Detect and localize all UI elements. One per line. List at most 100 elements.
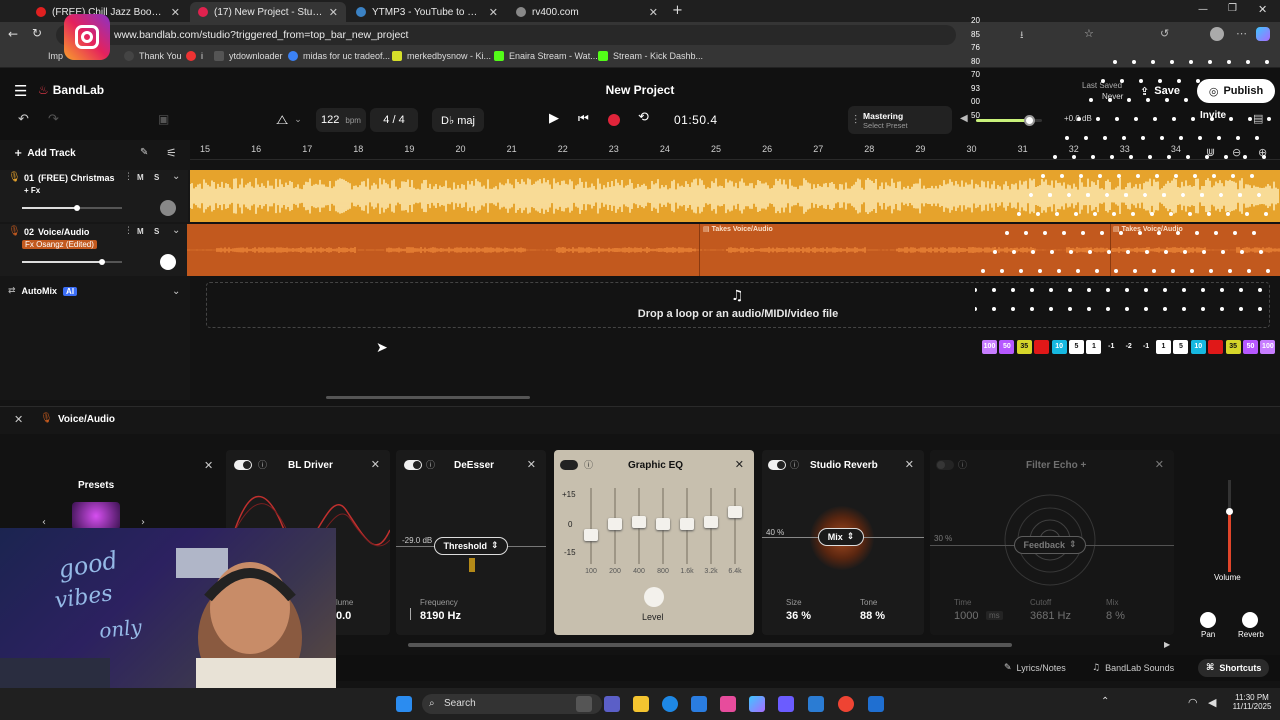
timeline-scrollbar[interactable] bbox=[326, 396, 530, 399]
history-icon[interactable]: ↺ bbox=[1160, 27, 1169, 40]
bookmark-item[interactable]: Enaira Stream - Wat... bbox=[494, 51, 598, 61]
bandlab-logo[interactable]: ♨ BandLab bbox=[38, 83, 104, 97]
preset-artwork[interactable] bbox=[72, 502, 120, 530]
close-tab-icon[interactable]: ✕ bbox=[489, 6, 498, 19]
lyrics-notes-button[interactable]: ✎ Lyrics/Notes bbox=[1004, 663, 1066, 673]
fx-deesser[interactable]: ⓘ DeEsser ✕ -29.0 dB Threshold ⇕ Frequenc… bbox=[396, 450, 546, 635]
track-1-solo-button[interactable]: S bbox=[154, 173, 159, 182]
notepad-icon[interactable] bbox=[808, 696, 824, 712]
geq-band-handle[interactable] bbox=[608, 518, 622, 531]
geq-band-track[interactable] bbox=[734, 488, 736, 564]
reverb-send-knob[interactable] bbox=[1242, 612, 1258, 628]
track-2-pan-knob[interactable] bbox=[160, 254, 176, 270]
track-1-more-icon[interactable]: ⋮ bbox=[124, 172, 133, 182]
close-fx-icon[interactable]: ✕ bbox=[905, 458, 914, 471]
bookmark-item[interactable]: Stream - Kick Dashb... bbox=[598, 51, 703, 61]
threshold-dropdown[interactable]: Threshold ⇕ bbox=[434, 537, 508, 555]
track-2-volume-slider[interactable] bbox=[22, 259, 122, 265]
windows-start-icon[interactable] bbox=[396, 696, 412, 712]
fx-scrollbar[interactable] bbox=[408, 643, 1012, 647]
echo-toggle[interactable] bbox=[936, 460, 954, 470]
geq-toggle[interactable] bbox=[560, 460, 578, 470]
close-tab-icon[interactable]: ✕ bbox=[329, 6, 338, 19]
redo-icon[interactable]: ↷ bbox=[48, 112, 59, 127]
bookmark-item[interactable]: i bbox=[186, 51, 203, 61]
fx-graphic-eq[interactable]: ⓘ Graphic EQ ✕ +15 0 -15 100 200 400 800 1.6… bbox=[554, 450, 754, 635]
track-1-volume-slider[interactable] bbox=[22, 205, 122, 211]
close-fx-icon[interactable]: ✕ bbox=[735, 458, 744, 471]
new-tab-icon[interactable]: + bbox=[672, 3, 683, 18]
minimize-icon[interactable]: — bbox=[1198, 4, 1208, 15]
track-row-1[interactable]: 🎙 01 (FREE) Christmas T... + Fx ⋮ M S ⌄ bbox=[0, 170, 188, 222]
skip-back-icon[interactable]: ⏮ bbox=[578, 111, 589, 126]
geq-level-knob[interactable] bbox=[644, 587, 664, 607]
time-signature-control[interactable]: 4 / 4 bbox=[370, 108, 418, 132]
geq-band-handle[interactable] bbox=[656, 517, 670, 530]
record-button[interactable] bbox=[608, 114, 620, 126]
geq-band-handle[interactable] bbox=[728, 506, 742, 519]
info-icon[interactable]: ⓘ bbox=[258, 458, 267, 471]
bookmark-item[interactable]: midas for uc tradeof... bbox=[288, 51, 390, 61]
store-icon[interactable] bbox=[691, 696, 707, 712]
track-1-fx[interactable]: + Fx bbox=[24, 186, 40, 195]
mixer-icon[interactable]: ▣ bbox=[158, 112, 169, 126]
bookmark-item[interactable]: Imp bbox=[48, 51, 63, 61]
task-view-icon[interactable] bbox=[576, 696, 592, 712]
track-2-name[interactable]: Voice/Audio bbox=[38, 227, 89, 237]
volume-fader[interactable] bbox=[1226, 480, 1233, 572]
mastering-selector[interactable]: ⫶ Mastering Select Preset bbox=[848, 106, 952, 134]
reload-icon[interactable]: ↻ bbox=[32, 26, 42, 40]
maximize-icon[interactable]: ❐ bbox=[1228, 3, 1237, 14]
geq-band-handle[interactable] bbox=[632, 516, 646, 529]
add-track-button[interactable]: + Add Track bbox=[14, 148, 76, 159]
prev-preset-icon[interactable]: ‹ bbox=[42, 517, 46, 528]
track-1-mute-button[interactable]: M bbox=[137, 173, 144, 182]
chrome-icon[interactable] bbox=[838, 696, 854, 712]
takes-label[interactable]: ▤ Takes Voice/Audio bbox=[703, 225, 773, 233]
geq-band-handle[interactable] bbox=[680, 517, 694, 530]
volume-fader-knob[interactable] bbox=[1226, 508, 1233, 515]
scroll-right-icon[interactable]: ▶ bbox=[1164, 640, 1170, 649]
play-icon[interactable]: ▶ bbox=[549, 111, 559, 126]
teams-icon[interactable] bbox=[604, 696, 620, 712]
copilot-taskbar-icon[interactable] bbox=[749, 696, 765, 712]
track-row-2[interactable]: 🎙 02 Voice/Audio Fx Osangz (Edited) ⋮ M … bbox=[0, 224, 188, 276]
key-control[interactable]: D♭ maj bbox=[432, 108, 484, 132]
close-tab-icon[interactable]: ✕ bbox=[649, 6, 658, 19]
next-preset-icon[interactable]: › bbox=[141, 517, 145, 528]
track-settings-icon[interactable]: ⚟ bbox=[166, 146, 177, 160]
bookmark-item[interactable]: merkedbysnow - Ki... bbox=[392, 51, 491, 61]
track-2-solo-button[interactable]: S bbox=[154, 227, 159, 236]
browser-tab-rv400[interactable]: rv400.com ✕ bbox=[508, 2, 666, 22]
chevron-down-icon[interactable]: ⌄ bbox=[172, 225, 180, 236]
fx-studio-reverb[interactable]: ⓘ Studio Reverb ✕ 40 % Mix ⇕ Size 36 % To… bbox=[762, 450, 924, 635]
geq-band-track[interactable] bbox=[590, 488, 592, 564]
edge-icon[interactable] bbox=[662, 696, 678, 712]
pencil-tool-icon[interactable]: ✎ bbox=[140, 147, 148, 158]
discord-icon[interactable] bbox=[778, 696, 794, 712]
track-1-pan-knob[interactable] bbox=[160, 200, 176, 216]
download-icon[interactable]: ⭳ bbox=[1020, 28, 1024, 45]
copilot-icon[interactable] bbox=[1256, 27, 1270, 41]
track-2-volume-knob[interactable] bbox=[99, 259, 105, 265]
wifi-icon[interactable]: ◠ bbox=[1188, 696, 1198, 709]
bookmark-item[interactable]: ytdownloader bbox=[214, 51, 283, 61]
info-icon[interactable]: ⓘ bbox=[426, 458, 435, 471]
browser-tab-ytmp3[interactable]: YTMP3 - YouTube to MP3 Conve ✕ bbox=[348, 2, 506, 22]
menu-icon[interactable]: ⋯ bbox=[1236, 27, 1247, 40]
bandlab-sounds-button[interactable]: ♫ BandLab Sounds bbox=[1092, 663, 1174, 673]
deesser-toggle[interactable] bbox=[404, 460, 422, 470]
photos-icon[interactable] bbox=[868, 696, 884, 712]
taskbar-search[interactable]: ⌕ Search bbox=[422, 694, 602, 714]
chevron-down-icon[interactable]: ⌄ bbox=[172, 286, 180, 297]
echo-feedback-dropdown[interactable]: Feedback ⇕ bbox=[1014, 536, 1086, 554]
automix-row[interactable]: ⇄ AutoMix AI bbox=[8, 286, 78, 296]
chevron-up-icon[interactable]: ⌃ bbox=[1101, 696, 1109, 707]
close-fx-icon[interactable]: ✕ bbox=[204, 459, 213, 472]
bookmark-item[interactable]: Thank You bbox=[124, 51, 182, 61]
info-icon[interactable]: ⓘ bbox=[584, 458, 593, 471]
fx-filter-echo[interactable]: ⓘ Filter Echo + ✕ 30 % Feedback ⇕ Time 10… bbox=[930, 450, 1174, 635]
info-icon[interactable]: ⓘ bbox=[790, 458, 799, 471]
metronome-dropdown[interactable]: ⧍ ⌄ bbox=[264, 108, 314, 132]
close-fx-icon[interactable]: ✕ bbox=[371, 458, 380, 471]
